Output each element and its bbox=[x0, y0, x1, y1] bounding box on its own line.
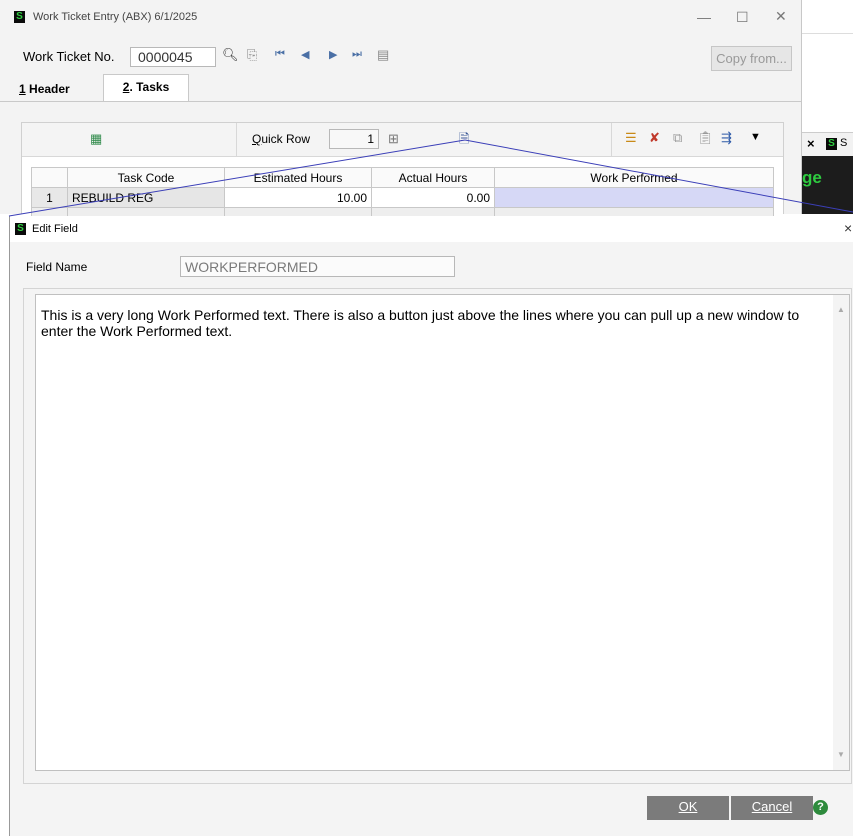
callout-line-right bbox=[464, 139, 853, 213]
callout-line-left bbox=[8, 139, 466, 217]
callout-lines bbox=[8, 139, 853, 217]
